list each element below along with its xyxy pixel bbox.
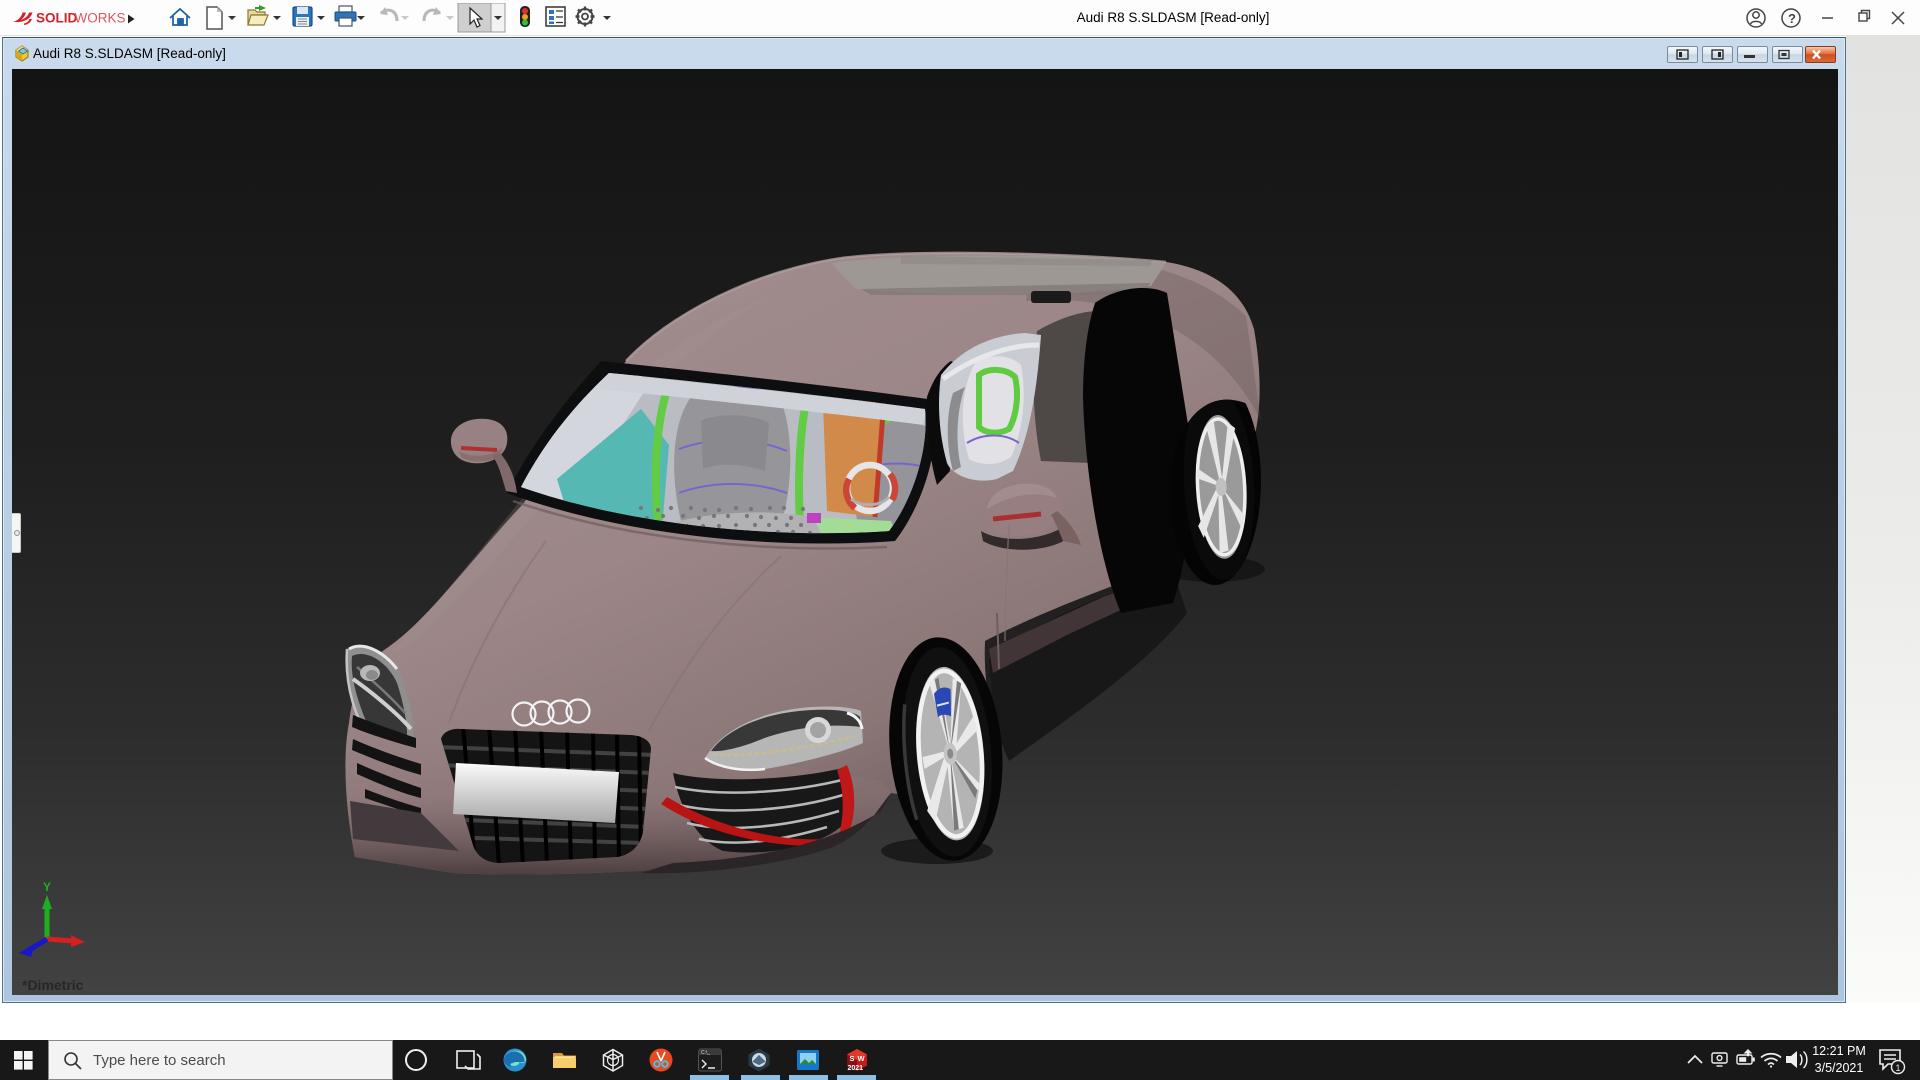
svg-text:W: W — [858, 1054, 866, 1063]
svg-text:Y: Y — [43, 880, 51, 894]
svg-text:?: ? — [1788, 11, 1796, 26]
svg-text:SOLID: SOLID — [36, 11, 78, 26]
svg-text:S: S — [850, 1054, 855, 1063]
svg-text:1: 1 — [1896, 1063, 1901, 1073]
svg-text:WORKS: WORKS — [75, 11, 126, 26]
svg-text:2021: 2021 — [848, 1065, 864, 1072]
svg-text:C:\_: C:\_ — [701, 1050, 710, 1056]
